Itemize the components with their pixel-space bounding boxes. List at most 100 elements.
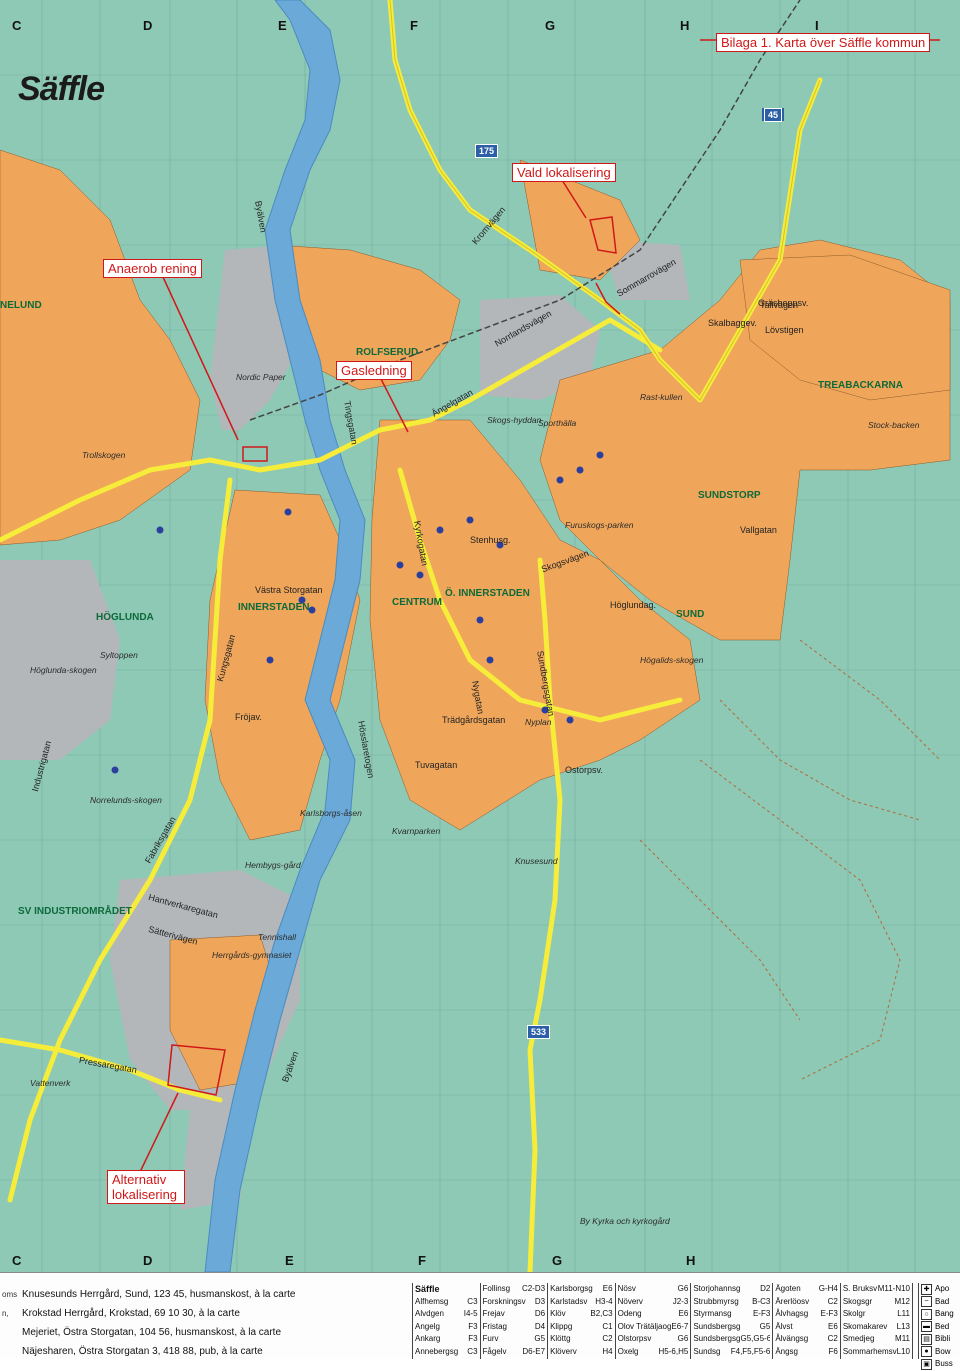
grid-ref: D2 (760, 1284, 771, 1293)
street-name: Sundsbergsg (693, 1321, 741, 1331)
symbol-label: Bibli (935, 1334, 951, 1343)
symbol-legend: ✚ Apo ~ Bad ○ Bang ▬ Bed ▤ Bibli ● Bow ▣ Buss (918, 1283, 960, 1370)
index-row: Alfhemsg C3 (415, 1296, 478, 1309)
area-label: Vattenverk (30, 1078, 71, 1088)
road-label: Skalbaggev. (708, 318, 757, 328)
grid-ref: H4 (602, 1346, 613, 1356)
street-name: Forskningsv (482, 1296, 526, 1306)
street-name: Odeng (617, 1309, 642, 1318)
area-label: Högalids-skogen (640, 655, 704, 665)
grid-ref: E6 (828, 1321, 838, 1331)
grid-ref: B2,C3 (590, 1309, 613, 1318)
index-row: Angelg F3 (415, 1321, 478, 1334)
street-name: Klöverv (550, 1346, 577, 1356)
grid-col-f-bottom: F (418, 1253, 426, 1268)
bed-icon: ▬ (921, 1321, 932, 1333)
street-name: Klöttg (550, 1334, 571, 1343)
street-name: Növerv (617, 1296, 643, 1306)
district-innerstaden: INNERSTADEN (238, 602, 310, 613)
street-name: Sundsg (693, 1346, 721, 1356)
index-row: S. Bruksv M11-N10 (843, 1283, 910, 1296)
grid-ref: L13 (896, 1321, 910, 1331)
restaurant-text: Knusesunds Herrgård, Sund, 123 45, husma… (22, 1289, 296, 1300)
index-row: Sundsbergsg G5 (693, 1321, 770, 1334)
index-row: Odeng E6 (618, 1308, 689, 1321)
grid-ref: C1 (602, 1321, 613, 1331)
map-title: Säffle (18, 70, 105, 108)
route-45-shield: 45 (764, 108, 783, 122)
grid-ref: B-C3 (752, 1296, 771, 1306)
index-row: Furv G5 (483, 1333, 546, 1346)
district-sundstorp: SUNDSTORP (698, 490, 761, 501)
road-label: Västra Storgatan (255, 585, 323, 595)
index-column: Follinsg C2-D3 Forskningsv D3 Frejav D6 Frista… (481, 1283, 549, 1359)
grid-col-e-top: E (278, 18, 287, 33)
area-label: Knusesund (515, 856, 558, 866)
symbol-row: ✚ Apo (919, 1283, 960, 1296)
heading-box: Bilaga 1. Karta över Säffle kommun (716, 33, 931, 52)
restaurant-list: oms Knusesunds Herrgård, Sund, 123 45, hu… (0, 1285, 400, 1361)
street-name: Skomakarev (842, 1321, 888, 1331)
index-row: Follinsg C2-D3 (483, 1283, 546, 1296)
grid-col-c-top: C (12, 18, 22, 33)
grid-ref: F6 (828, 1346, 838, 1356)
street-name: Klöv (550, 1309, 566, 1318)
grid-ref: J2-3 (672, 1296, 689, 1306)
road-label: Stenhusg. (470, 535, 511, 545)
map-canvas[interactable]: C D E F G H I C D E F G H Säffle 45 175 … (0, 0, 960, 1272)
grid-col-h-top: H (680, 18, 690, 33)
district-o-innerstaden: Ö. INNERSTADEN (445, 588, 530, 599)
area-label: Stock-backen (868, 420, 920, 430)
street-name: Storjohannsg (693, 1284, 741, 1293)
cut-text: n, (2, 1309, 9, 1318)
area-label: Höglunda-skogen (30, 665, 97, 675)
symbol-row: ● Bow (919, 1346, 960, 1359)
area-label: Kvarnparken (392, 826, 441, 836)
grid-col-c-bottom: C (12, 1253, 22, 1268)
symbol-label: Bow (935, 1346, 951, 1356)
grid-ref: D6-E7 (522, 1346, 546, 1356)
symbol-row: ~ Bad (919, 1296, 960, 1309)
grid-col-g-bottom: G (552, 1253, 563, 1268)
index-row: Sundsg F4,F5,F5-6 (693, 1346, 770, 1359)
grid-ref: L11 (897, 1309, 910, 1318)
area-label: Hembygs-gård (245, 860, 301, 870)
grid-ref: E6-7 (671, 1321, 689, 1331)
grid-ref: F3 (468, 1321, 478, 1331)
district-hoglunda: HÖGLUNDA (96, 612, 154, 623)
area-label: Syltoppen (100, 650, 138, 660)
symbol-row: ▤ Bibli (919, 1333, 960, 1346)
index-row: Frejav D6 (483, 1308, 546, 1321)
area-label: By Kyrka och kyrkogård (580, 1216, 670, 1226)
street-name: S. Bruksv (842, 1284, 878, 1293)
street-name: Follinsg (482, 1284, 511, 1293)
grid-ref: C3 (467, 1346, 478, 1356)
area-label: Nordic Paper (236, 372, 286, 382)
restaurant-entry: oms Knusesunds Herrgård, Sund, 123 45, hu… (0, 1285, 400, 1304)
cut-text: oms (2, 1290, 18, 1299)
pharmacy-icon: ✚ (921, 1283, 932, 1295)
road-label: Höglundag. (610, 600, 657, 610)
road-label: Vallgatan (740, 525, 777, 535)
grid-ref: F3 (468, 1334, 478, 1343)
grid-ref: G6 (677, 1284, 689, 1293)
index-column: S. Bruksv M11-N10 Skogsgr M12 Skolgr L11 Skoma… (841, 1283, 913, 1359)
index-row: Ägoten G-H4 (775, 1283, 838, 1296)
street-name: Oxelg (617, 1346, 639, 1356)
area-label: Nyplan (525, 717, 552, 727)
grid-col-h-bottom: H (686, 1253, 696, 1268)
grid-ref: D4 (534, 1321, 546, 1331)
district-sv-industriomradet: SV INDUSTRIOMRÅDET (18, 906, 132, 917)
district-centrum: CENTRUM (392, 597, 442, 608)
route-533-shield: 533 (527, 1025, 551, 1039)
index-row: Annebergsg C3 (415, 1346, 478, 1359)
index-row: Olstorpsv G6 (618, 1333, 689, 1346)
map-legend: oms Knusesunds Herrgård, Sund, 123 45, hu… (0, 1272, 960, 1370)
road-label: Gräshoppsv. (758, 298, 809, 308)
library-icon: ▤ (921, 1333, 932, 1345)
street-name: Angelg (415, 1321, 440, 1331)
symbol-label: Apo (935, 1284, 950, 1293)
bath-icon: ~ (921, 1296, 932, 1308)
grid-col-g-top: G (545, 18, 556, 33)
grid-ref: H5-6,H5 (658, 1346, 689, 1356)
